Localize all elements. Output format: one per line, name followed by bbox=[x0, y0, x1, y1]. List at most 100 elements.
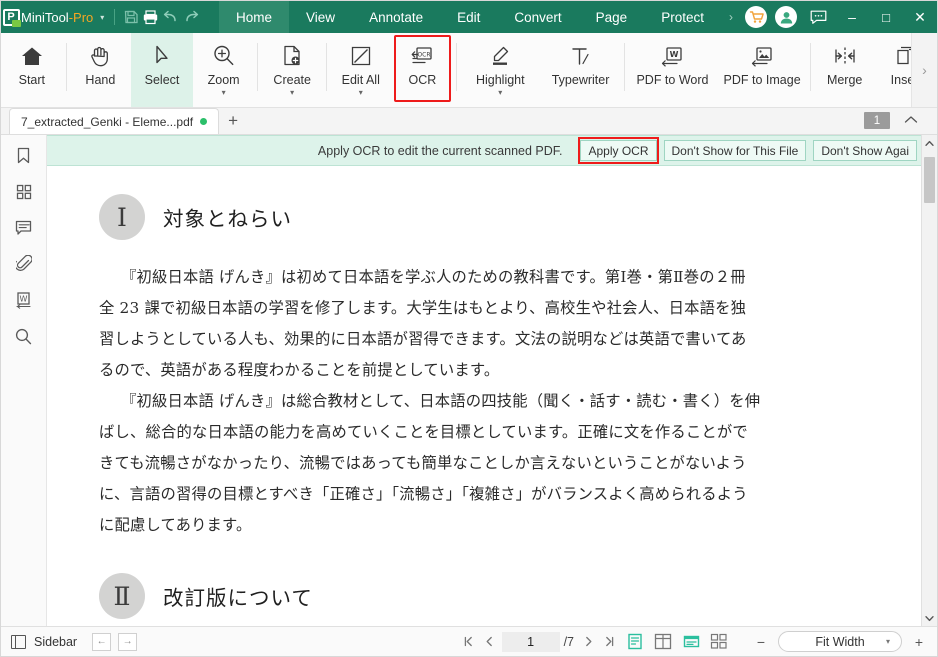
feedback-icon[interactable] bbox=[801, 1, 835, 33]
word-icon[interactable]: W bbox=[9, 287, 39, 313]
tabs-overflow-icon[interactable]: › bbox=[721, 1, 741, 33]
ribbon-zoom-button[interactable]: Zoom ▾ bbox=[193, 33, 255, 107]
ribbon-expand-icon[interactable]: › bbox=[911, 33, 937, 107]
ribbon-merge-button[interactable]: Merge bbox=[814, 33, 876, 107]
pdf-page: Ⅰ 対象とねらい 『初級日本語 げんき』は初めて日本語を学ぶ人のための教科書です… bbox=[47, 166, 921, 626]
tab-page[interactable]: Page bbox=[579, 1, 645, 33]
ribbon-pdf-to-image-button[interactable]: PDF to Image bbox=[717, 33, 807, 107]
tab-annotate[interactable]: Annotate bbox=[352, 1, 440, 33]
tab-view[interactable]: View bbox=[289, 1, 352, 33]
continuous-scroll-icon[interactable] bbox=[680, 632, 702, 652]
chevron-down-icon[interactable]: ▾ bbox=[290, 89, 294, 97]
dont-show-again-button[interactable]: Don't Show Agai bbox=[813, 140, 917, 161]
zoom-in-button[interactable]: + bbox=[911, 633, 927, 651]
save-icon[interactable] bbox=[121, 1, 141, 33]
account-icon[interactable] bbox=[771, 1, 801, 33]
section-number-badge: Ⅱ bbox=[99, 573, 145, 619]
vertical-scrollbar[interactable] bbox=[921, 135, 937, 626]
chevron-down-icon[interactable]: ▾ bbox=[498, 89, 502, 97]
ribbon-highlight-button[interactable]: Highlight ▾ bbox=[460, 33, 540, 107]
svg-text:OCR: OCR bbox=[418, 52, 431, 59]
ribbon-typewriter-button[interactable]: Typewriter bbox=[540, 33, 620, 107]
ribbon-edit-all-label: Edit All bbox=[341, 73, 380, 87]
ribbon-create-button[interactable]: Create ▾ bbox=[261, 33, 323, 107]
next-page-button[interactable] bbox=[580, 633, 597, 651]
main-body: W Apply OCR to edit the current scanned … bbox=[1, 135, 937, 626]
chevron-down-icon[interactable]: ▾ bbox=[359, 89, 363, 97]
comment-icon[interactable] bbox=[9, 215, 39, 241]
page-number-input[interactable] bbox=[501, 631, 560, 652]
first-page-button[interactable] bbox=[460, 633, 477, 651]
close-button[interactable]: ✕ bbox=[903, 1, 937, 33]
grid-view-icon[interactable] bbox=[708, 632, 730, 652]
notification-count-badge[interactable]: 1 bbox=[864, 112, 890, 129]
svg-text:W: W bbox=[20, 295, 28, 304]
tab-protect[interactable]: Protect bbox=[644, 1, 721, 33]
minitool-pdf-window: P MiniTool -Pro ▾ Home View Annotate Edit… bbox=[0, 0, 938, 657]
single-page-view-icon[interactable] bbox=[624, 632, 646, 652]
brand-name[interactable]: MiniTool -Pro ▾ bbox=[21, 1, 108, 33]
page-total-label: /7 bbox=[563, 634, 574, 649]
undo-icon[interactable] bbox=[161, 1, 181, 33]
page-navigation: /7 bbox=[460, 631, 730, 652]
section-heading-2: Ⅱ 改訂版について bbox=[99, 573, 869, 619]
ribbon-select-button[interactable]: Select bbox=[131, 33, 193, 107]
chevron-down-icon: ▾ bbox=[885, 637, 890, 646]
search-icon[interactable] bbox=[9, 323, 39, 349]
viewer-column: Apply OCR to edit the current scanned PD… bbox=[47, 135, 921, 626]
paragraph-line: 習しようとしている人も、効果的に日本語が習得できます。文法の説明などは英語で書い… bbox=[99, 330, 747, 348]
redo-icon[interactable] bbox=[181, 1, 201, 33]
unsaved-indicator-icon bbox=[200, 118, 208, 125]
scrollbar-track[interactable] bbox=[922, 151, 937, 610]
cart-icon[interactable] bbox=[741, 1, 771, 33]
document-tab-strip: 7_extracted_Genki - Eleme...pdf + bbox=[1, 108, 937, 135]
apply-ocr-button[interactable]: Apply OCR bbox=[578, 137, 659, 164]
ribbon-toolbar: Start Hand Select Zoom ▾ Create ▾ Edit A… bbox=[1, 33, 937, 108]
ribbon-hand-button[interactable]: Hand bbox=[70, 33, 132, 107]
chevron-down-icon[interactable]: ▾ bbox=[100, 13, 104, 22]
chevron-up-icon[interactable] bbox=[901, 111, 921, 129]
pdf-viewer[interactable]: Ⅰ 対象とねらい 『初級日本語 げんき』は初めて日本語を学ぶ人のための教科書です… bbox=[47, 166, 921, 626]
zoom-level-select[interactable]: Fit Width ▾ bbox=[778, 631, 902, 652]
sidebar-toggle-label: Sidebar bbox=[34, 634, 78, 649]
dont-show-for-this-file-button[interactable]: Don't Show for This File bbox=[663, 140, 807, 161]
two-page-view-icon[interactable] bbox=[652, 632, 674, 652]
tab-convert[interactable]: Convert bbox=[497, 1, 578, 33]
divider bbox=[809, 43, 811, 91]
new-tab-button[interactable]: + bbox=[219, 108, 247, 134]
merge-icon bbox=[833, 41, 857, 71]
ocr-notification-message: Apply OCR to edit the current scanned PD… bbox=[317, 143, 563, 158]
paragraph-line: に、言語の習得の目標とすべき「正確さ」「流暢さ」「複雑さ」がバランスよく高められ… bbox=[99, 485, 748, 503]
print-icon[interactable] bbox=[141, 1, 161, 33]
scroll-down-icon[interactable] bbox=[922, 610, 938, 626]
scroll-up-icon[interactable] bbox=[922, 135, 938, 151]
edit-all-icon bbox=[350, 41, 372, 71]
zoom-out-button[interactable]: − bbox=[753, 633, 769, 651]
document-tab[interactable]: 7_extracted_Genki - Eleme...pdf bbox=[9, 108, 220, 134]
tab-home[interactable]: Home bbox=[219, 1, 290, 33]
ribbon-start-button[interactable]: Start bbox=[1, 33, 63, 107]
last-page-button[interactable] bbox=[601, 633, 618, 651]
ribbon-pdf-to-word-button[interactable]: W PDF to Word bbox=[628, 33, 718, 107]
ribbon-ocr-button[interactable]: OCR OCR bbox=[392, 33, 454, 107]
ribbon-edit-all-button[interactable]: Edit All ▾ bbox=[330, 33, 392, 107]
attachment-icon[interactable] bbox=[9, 251, 39, 277]
home-icon bbox=[20, 41, 44, 71]
svg-text:W: W bbox=[670, 50, 679, 59]
ribbon-start-label: Start bbox=[18, 73, 46, 87]
scrollbar-thumb[interactable] bbox=[924, 157, 935, 203]
thumbnails-icon[interactable] bbox=[9, 179, 39, 205]
bookmark-icon[interactable] bbox=[9, 143, 39, 169]
minimize-button[interactable]: – bbox=[835, 1, 869, 33]
sidebar-toggle-button[interactable]: Sidebar bbox=[11, 634, 78, 649]
chevron-down-icon[interactable]: ▾ bbox=[222, 89, 226, 97]
previous-page-button[interactable] bbox=[481, 633, 498, 651]
ribbon-ocr-label: OCR bbox=[408, 73, 437, 87]
section-number-badge: Ⅰ bbox=[99, 194, 145, 240]
tab-edit[interactable]: Edit bbox=[440, 1, 497, 33]
zoom-level-label: Fit Width bbox=[815, 634, 865, 649]
create-pdf-icon bbox=[281, 41, 303, 71]
maximize-button[interactable]: □ bbox=[869, 1, 903, 33]
previous-pane-button[interactable]: ← bbox=[92, 632, 112, 651]
next-pane-button[interactable]: → bbox=[118, 632, 138, 651]
